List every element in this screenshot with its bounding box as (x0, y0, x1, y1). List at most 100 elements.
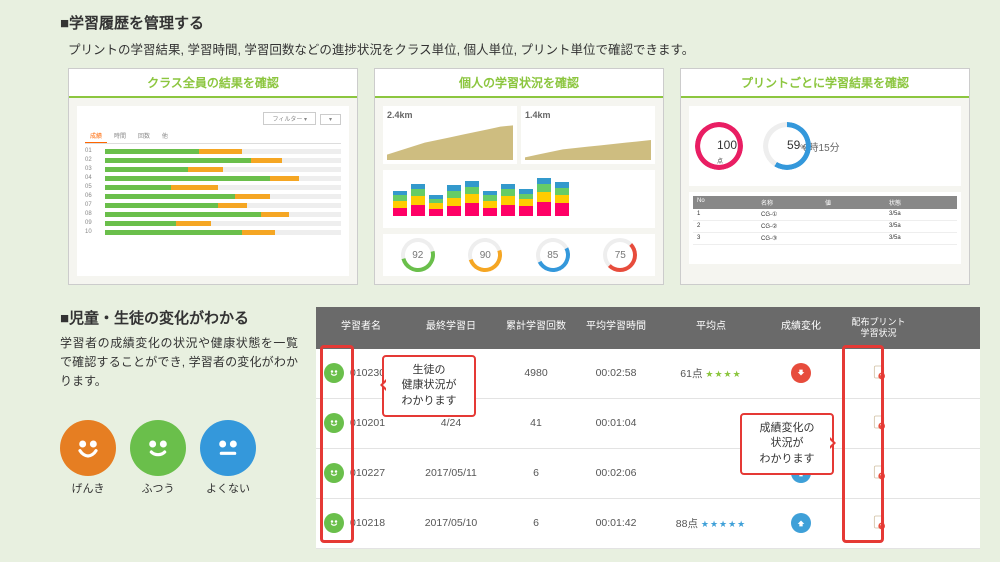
stacked-bar (465, 181, 479, 216)
col-header-dist: 配布プリント学習状況 (836, 307, 921, 349)
student-change-table: 学習者名 最終学習日 累計学習回数 平均学習時間 平均点 成績変化 配布プリント… (316, 307, 980, 549)
stacked-bar (519, 189, 533, 216)
col-header-count: 累計学習回数 (496, 307, 576, 349)
cell-time: 00:02:06 (576, 467, 656, 479)
face-icon (200, 420, 256, 476)
card-class-results: クラス全員の結果を確認 フィルター ▾ ▾ 成績 時間 回数 他 01 02 03 0… (68, 68, 358, 285)
health-icon (324, 513, 344, 533)
gauge: 92 (387, 238, 449, 272)
hbar-row: 01 (85, 148, 341, 154)
callout-change: 成績変化の状況がわかります (740, 413, 834, 475)
card-individual-status: 個人の学習状況を確認 2.4km 1.4km 92908575 (374, 68, 664, 285)
mini-tab[interactable]: 他 (157, 129, 173, 143)
section1-title: ■学習履歴を管理する (60, 12, 980, 33)
callout-health: 生徒の健康状況がわかります (382, 355, 476, 417)
dist-status-icon (871, 414, 887, 432)
face-label: よくない (200, 480, 256, 496)
hbar-row: 06 (85, 193, 341, 199)
gauge: 85 (522, 238, 584, 272)
stacked-bar (411, 184, 425, 216)
cell-time: 00:01:04 (576, 417, 656, 429)
change-up-icon (791, 513, 811, 533)
student-id: 010218 (350, 517, 385, 529)
area-chart-1: 2.4km (383, 106, 517, 164)
mini-tab[interactable]: 成績 (85, 129, 107, 143)
hbar-row: 07 (85, 202, 341, 208)
col-header-date: 最終学習日 (406, 307, 496, 349)
dist-status-icon (871, 514, 887, 532)
student-id: 010201 (350, 417, 385, 429)
mini-table-row: 2CG-②3/5a (693, 221, 957, 233)
cards-row: クラス全員の結果を確認 フィルター ▾ ▾ 成績 時間 回数 他 01 02 03 0… (68, 68, 970, 285)
face-label: ふつう (130, 480, 186, 496)
area-chart-2: 1.4km (521, 106, 655, 164)
print-mini-table: No名称値状態 1CG-①3/5a2CG-②3/5a3CG-③3/5a (689, 192, 961, 264)
cell-count: 6 (496, 467, 576, 479)
dist-status-icon (871, 464, 887, 482)
hbar-row: 05 (85, 184, 341, 190)
table-row[interactable]: 0102182017/05/10600:01:4288点 ★★★★★ (316, 499, 980, 549)
table-header: 学習者名 最終学習日 累計学習回数 平均学習時間 平均点 成績変化 配布プリント… (316, 307, 980, 349)
card-header: 個人の学習状況を確認 (375, 69, 663, 98)
face-icon (60, 420, 116, 476)
section2-description: 学習者の成績変化の状況や健康状態を一覧で確認することができ, 学習者の変化がわか… (60, 334, 298, 392)
stacked-bar (393, 191, 407, 216)
mini-tab[interactable]: 回数 (133, 129, 155, 143)
table-row[interactable]: 010227 2017/05/11600:02:06 (316, 449, 980, 499)
cell-count: 6 (496, 517, 576, 529)
hbar-row: 04 (85, 175, 341, 181)
card-header: クラス全員の結果を確認 (69, 69, 357, 98)
cell-count: 4980 (496, 367, 576, 379)
cell-avg: 61点 ★★★★ (656, 366, 766, 381)
gauge: 90 (455, 238, 517, 272)
stacked-bar (555, 182, 569, 216)
health-icon (324, 463, 344, 483)
change-down-icon (791, 363, 811, 383)
col-header-time: 平均学習時間 (576, 307, 656, 349)
hbar-row: 10 (85, 229, 341, 235)
card-body: 2.4km 1.4km 92908575 (375, 98, 663, 284)
section2-title: ■児童・生徒の変化がわかる (60, 307, 298, 328)
cell-date: 2017/05/11 (406, 467, 496, 479)
card-body: 100点 59% 0時15分 No名称値状態 1CG-①3/5a2CG-②3/5… (681, 98, 969, 284)
student-id: 010227 (350, 467, 385, 479)
dropdown[interactable]: ▾ (320, 114, 341, 125)
mini-tabs: 成績 時間 回数 他 (85, 129, 341, 144)
cell-time: 00:02:58 (576, 367, 656, 379)
dropdown[interactable]: フィルター ▾ (263, 112, 316, 125)
gauge-row: 92908575 (383, 234, 655, 276)
face-icon (130, 420, 186, 476)
card-body: フィルター ▾ ▾ 成績 時間 回数 他 0102030405060708091… (69, 98, 357, 284)
mini-tab[interactable]: 時間 (109, 129, 131, 143)
student-id: 010230 (350, 367, 385, 379)
hbar-row: 03 (85, 166, 341, 172)
col-header-name: 学習者名 (316, 307, 406, 349)
dist-status-icon (871, 364, 887, 382)
cell-time: 00:01:42 (576, 517, 656, 529)
gauge: 75 (590, 238, 652, 272)
stacked-bar (447, 185, 461, 216)
card-header: プリントごとに学習結果を確認 (681, 69, 969, 98)
col-header-change: 成績変化 (766, 307, 836, 349)
cell-date: 2017/05/10 (406, 517, 496, 529)
health-icon (324, 413, 344, 433)
cell-date: 4/24 (406, 417, 496, 429)
health-icon (324, 363, 344, 383)
stacked-bar (537, 178, 551, 216)
col-header-avg: 平均点 (656, 307, 766, 349)
health-face-genki: げんき (60, 420, 116, 496)
card-print-results: プリントごとに学習結果を確認 100点 59% 0時15分 No名称値状態 1C… (680, 68, 970, 285)
filter-dropdowns: フィルター ▾ ▾ (85, 112, 341, 125)
mini-table-row: 3CG-③3/5a (693, 233, 957, 245)
stacked-bar (483, 191, 497, 216)
mini-table-row: 1CG-①3/5a (693, 209, 957, 221)
section1-subtitle: プリントの学習結果, 学習時間, 学習回数などの進捗状況をクラス単位, 個人単位… (68, 39, 980, 58)
stacked-bar (429, 195, 443, 216)
hbar-row: 08 (85, 211, 341, 217)
health-legend: げんきふつうよくない (60, 420, 298, 496)
stacked-bar-chart (383, 170, 655, 228)
hbar-row: 02 (85, 157, 341, 163)
health-face-futsuu: ふつう (130, 420, 186, 496)
face-label: げんき (60, 480, 116, 496)
health-face-yokunai: よくない (200, 420, 256, 496)
